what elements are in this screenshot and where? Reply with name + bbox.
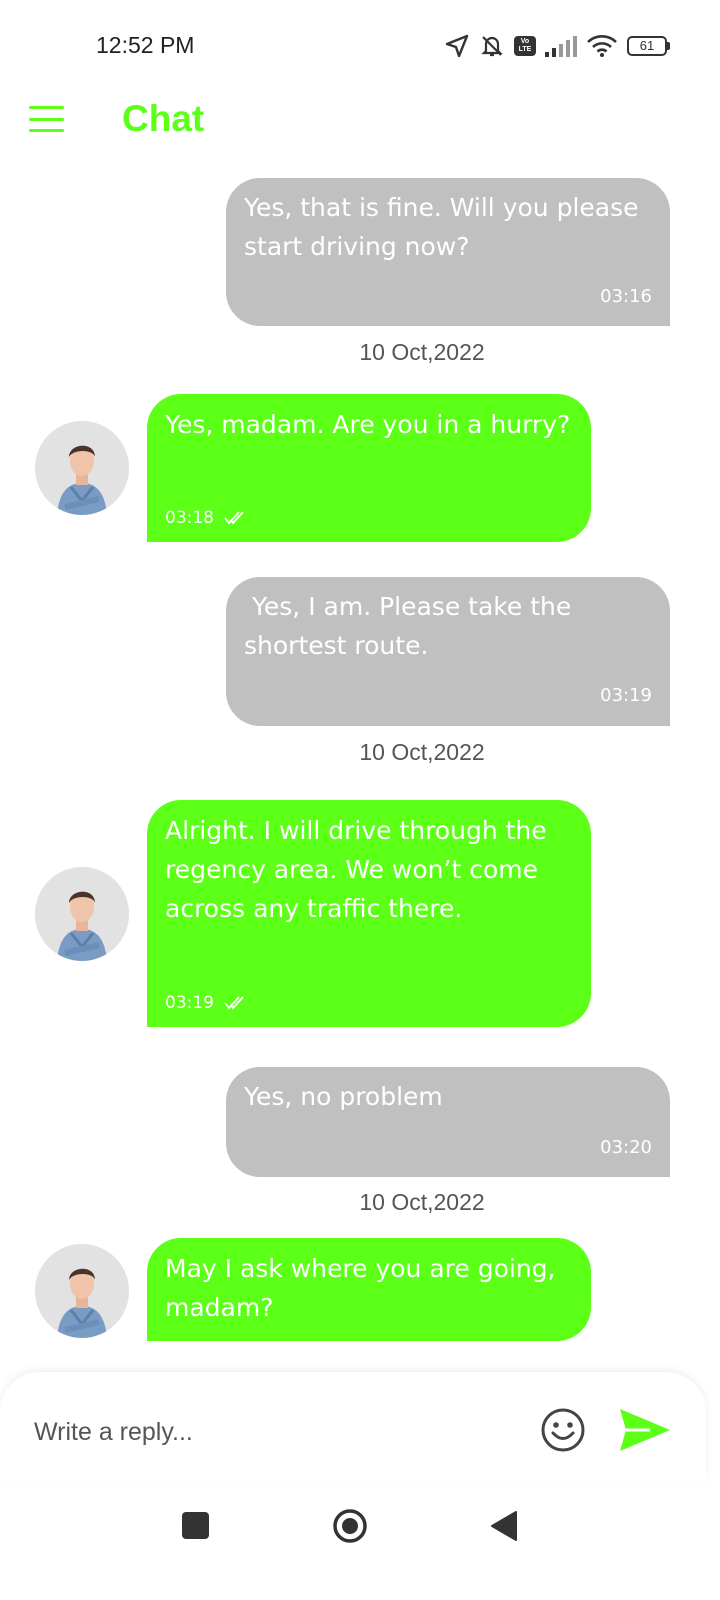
message-bubble-received[interactable]: Alright. I will drive through the regenc…	[147, 800, 591, 1027]
volte-icon: Vo LTE	[514, 36, 536, 56]
message-bubble-received[interactable]: May I ask where you are going, madam?	[147, 1238, 591, 1341]
message-date: 10 Oct,2022	[359, 739, 485, 765]
avatar[interactable]	[35, 421, 129, 515]
wifi-icon	[587, 35, 617, 57]
message-meta: 03:19	[165, 993, 244, 1013]
status-time: 12:52 PM	[96, 32, 195, 58]
message-time: 03:19	[165, 993, 214, 1013]
avatar[interactable]	[35, 867, 129, 961]
status-bar: 12:52 PM Vo LTE 61	[0, 0, 720, 92]
battery-level: 61	[627, 36, 667, 56]
message-time: 03:20	[600, 1137, 652, 1158]
message-bubble-sent[interactable]: Yes, I am. Please take the shortest rout…	[226, 577, 670, 726]
message-text: Alright. I will drive through the regenc…	[165, 816, 547, 923]
send-icon[interactable]	[616, 1407, 672, 1453]
message-time: 03:16	[600, 286, 652, 307]
back-icon[interactable]	[490, 1510, 518, 1542]
message-bubble-received[interactable]: Yes, madam. Are you in a hurry? 03:18	[147, 394, 591, 542]
message-date: 10 Oct,2022	[359, 1189, 485, 1215]
page-title: Chat	[122, 98, 205, 139]
message-text: May I ask where you are going, madam?	[165, 1254, 556, 1322]
emoji-icon[interactable]	[540, 1407, 586, 1453]
reply-input[interactable]	[34, 1412, 514, 1452]
message-text: Yes, madam. Are you in a hurry?	[165, 410, 571, 439]
volte-line2: LTE	[518, 46, 532, 53]
message-bubble-sent[interactable]: Yes, that is fine. Will you please start…	[226, 178, 670, 326]
message-time: 03:18	[165, 508, 214, 528]
driver-avatar-icon	[35, 867, 129, 961]
message-meta: 03:18	[165, 508, 244, 528]
double-check-icon	[224, 511, 244, 525]
home-icon[interactable]	[332, 1508, 368, 1544]
location-arrow-icon	[445, 34, 469, 58]
driver-avatar-icon	[35, 1244, 129, 1338]
message-text: Yes, no problem	[244, 1082, 443, 1111]
message-bubble-sent[interactable]: Yes, no problem 03:20	[226, 1067, 670, 1177]
message-date: 10 Oct,2022	[359, 339, 485, 365]
message-time: 03:19	[600, 685, 652, 706]
volte-line1: Vo	[520, 38, 530, 45]
battery-icon: 61	[627, 36, 670, 56]
hamburger-menu-icon[interactable]	[29, 106, 64, 132]
signal-icon	[545, 36, 577, 57]
system-nav-bar	[0, 1490, 720, 1600]
reply-composer	[0, 1372, 706, 1484]
bell-off-icon	[481, 36, 503, 57]
recent-apps-icon[interactable]	[182, 1512, 209, 1539]
double-check-icon	[224, 996, 244, 1010]
status-icons: Vo LTE 61	[444, 30, 670, 62]
message-text: Yes, I am. Please take the shortest rout…	[244, 592, 580, 660]
driver-avatar-icon	[35, 421, 129, 515]
avatar[interactable]	[35, 1244, 129, 1338]
message-text: Yes, that is fine. Will you please start…	[244, 193, 639, 261]
